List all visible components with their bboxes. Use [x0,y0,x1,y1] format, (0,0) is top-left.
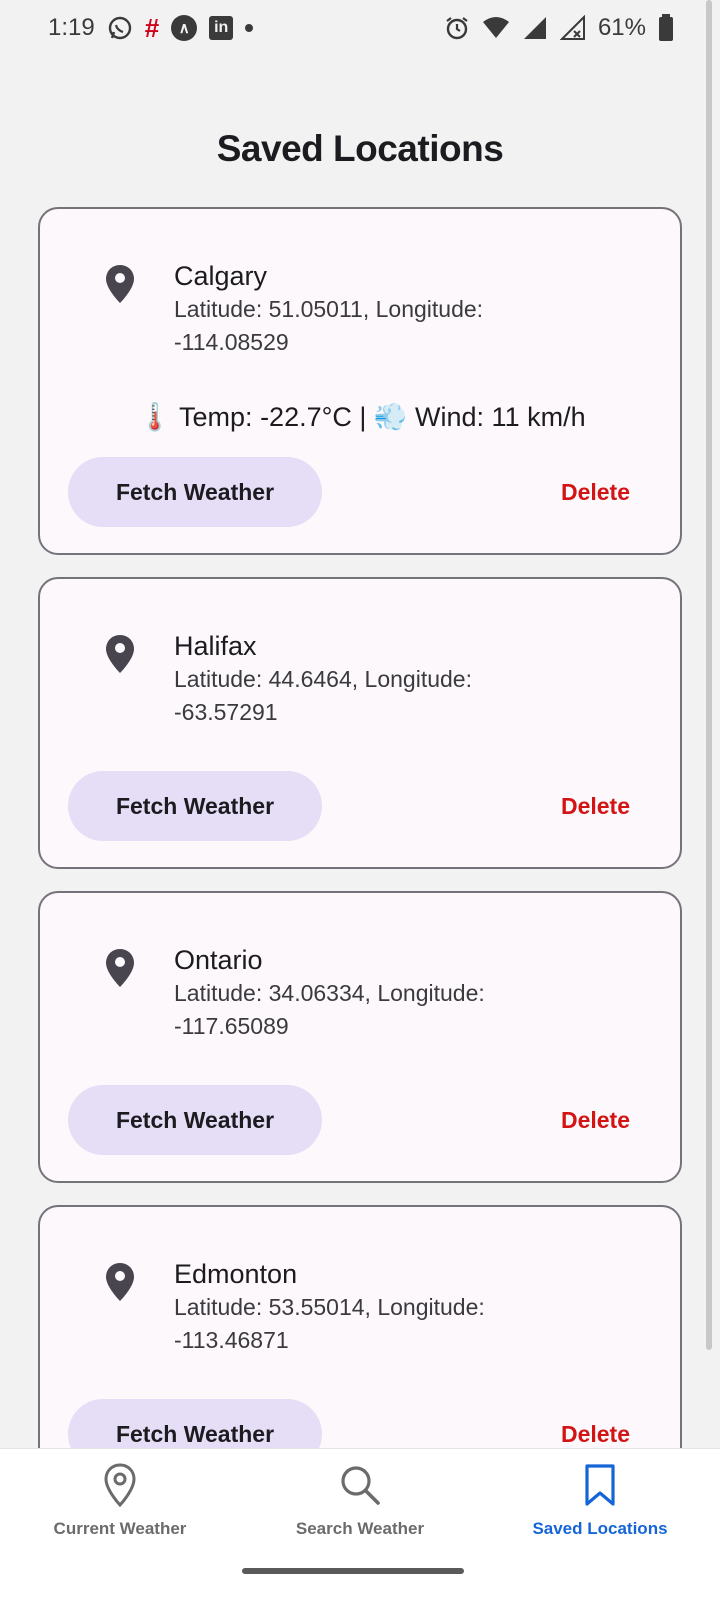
location-name: Ontario [174,945,263,975]
signal-icon [522,15,548,41]
nav-label: Search Weather [295,1519,425,1538]
status-bar-right: 61% [444,14,674,42]
location-name: Calgary [174,261,268,291]
location-card: Ontario Latitude: 34.06334, Longitude: -… [38,891,682,1183]
location-card: Calgary Latitude: 51.05011, Longitude: -… [38,207,682,555]
home-indicator[interactable] [242,1568,464,1574]
status-time: 1:19 [48,14,95,41]
weather-summary: 🌡️ Temp: -22.7°C | 💨 Wind: 11 km/h [138,402,586,432]
location-card: Halifax Latitude: 44.6464, Longitude: -6… [38,577,682,869]
bottom-navigation: Current Weather Search Weather Saved Loc… [0,1448,720,1600]
nav-item-saved-locations[interactable]: Saved Locations [480,1463,720,1539]
location-coordinates: Latitude: 51.05011, Longitude: -114.0852… [174,296,484,355]
location-name: Halifax [174,631,257,661]
linkedin-icon: in [209,16,234,40]
page-title: Saved Locations [216,128,504,169]
bookmark-icon [578,1463,622,1507]
location-pin-icon [98,1463,142,1507]
nav-item-search-weather[interactable]: Search Weather [240,1463,480,1539]
dot-icon [245,24,254,32]
battery-icon [658,14,674,42]
saved-locations-list: Calgary Latitude: 51.05011, Longitude: -… [38,207,682,1519]
signal-no-service-icon [559,15,586,41]
location-pin-icon [106,265,134,303]
location-coordinates: Latitude: 44.6464, Longitude: -63.57291 [174,666,472,725]
fetch-weather-button[interactable]: Fetch Weather [68,771,322,841]
fetch-weather-button[interactable]: Fetch Weather [68,457,322,527]
fetch-weather-button[interactable]: Fetch Weather [68,1085,322,1155]
location-name: Edmonton [174,1259,298,1289]
arrow-up-icon: ∧ [171,15,198,41]
location-pin-icon [106,949,134,987]
delete-button[interactable]: Delete [561,1421,630,1448]
delete-button[interactable]: Delete [561,793,630,820]
location-pin-icon [106,635,134,673]
wifi-icon [482,16,510,40]
location-coordinates: Latitude: 34.06334, Longitude: -117.6508… [174,980,485,1039]
battery-percent: 61% [597,14,646,41]
status-bar: 1:19 # ∧ in 61% [0,0,720,56]
search-icon [338,1463,382,1507]
nav-label: Current Weather [53,1519,187,1538]
hashtag-icon: # [144,12,160,43]
scrollbar[interactable] [706,0,712,1350]
nav-label: Saved Locations [532,1519,668,1538]
status-bar-left: 1:19 # ∧ in [48,12,254,44]
alarm-icon [444,15,470,41]
delete-button[interactable]: Delete [561,1107,630,1134]
delete-button[interactable]: Delete [561,479,630,506]
whatsapp-icon [107,15,133,41]
nav-item-current-weather[interactable]: Current Weather [0,1463,240,1539]
location-coordinates: Latitude: 53.55014, Longitude: -113.4687… [174,1294,485,1353]
location-pin-icon [106,1263,134,1301]
